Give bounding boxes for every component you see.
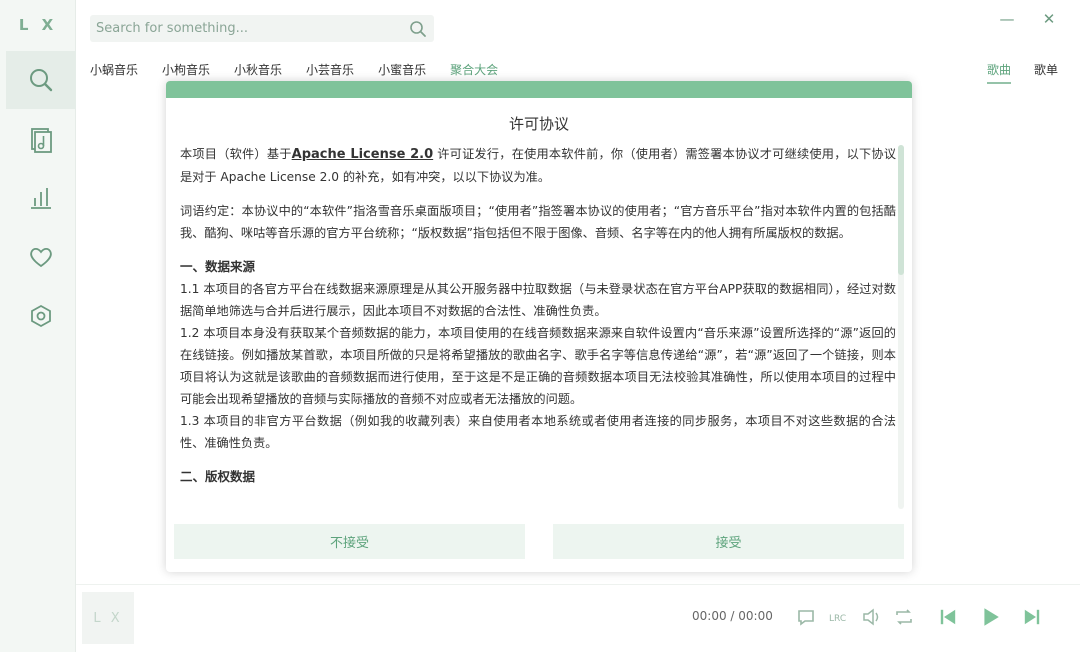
heart-icon <box>30 247 52 268</box>
terms-paragraph: 词语约定：本协议中的“本软件”指洛雪音乐桌面版项目；“使用者”指签署本协议的使用… <box>180 204 896 240</box>
source-tabs: 小蜗音乐 小枸音乐 小秋音乐 小芸音乐 小蜜音乐 聚合大会 <box>90 61 522 78</box>
sidebar-item-settings[interactable] <box>6 287 76 345</box>
clause-1-3: 1.3 本项目的非官方平台数据（例如我的收藏列表）来自使用者本地系统或者使用者连… <box>180 414 896 450</box>
source-tab-2[interactable]: 小枸音乐 <box>162 61 210 78</box>
license-dialog: 许可协议 本项目（软件）基于Apache License 2.0 许可证发行，在… <box>166 81 912 572</box>
search-input[interactable] <box>96 19 396 38</box>
svg-text:LRC: LRC <box>829 614 846 624</box>
player-bar: L X 00:00 / 00:00 LRC <box>76 584 1080 652</box>
clause-1-1: 1.1 本项目的各官方平台在线数据来源原理是从其公开服务器中拉取数据（与未登录状… <box>180 282 896 318</box>
sidebar: L X <box>0 0 76 652</box>
clause-1-2: 1.2 本项目本身没有获取某个音频数据的能力，本项目使用的在线音频数据来源来自软… <box>180 326 896 406</box>
scrollbar-thumb[interactable] <box>898 145 904 275</box>
section-title: 一、数据来源 <box>180 259 256 274</box>
loop-icon <box>896 609 912 625</box>
comment-icon <box>798 610 814 626</box>
loop-button[interactable] <box>892 605 916 629</box>
source-tab-5[interactable]: 小蜜音乐 <box>378 61 426 78</box>
scrollbar[interactable] <box>898 145 904 509</box>
play-icon <box>984 608 999 626</box>
close-button[interactable]: ✕ <box>1038 8 1060 30</box>
next-button[interactable] <box>1020 605 1044 629</box>
search-icon <box>30 69 53 92</box>
search-bar <box>90 15 434 42</box>
comment-button[interactable] <box>794 605 818 629</box>
search-icon[interactable] <box>408 19 428 39</box>
volume-button[interactable] <box>860 605 884 629</box>
next-icon <box>1024 609 1040 625</box>
minimize-button[interactable]: — <box>996 8 1018 30</box>
source-tab-3[interactable]: 小秋音乐 <box>234 61 282 78</box>
playback-time: 00:00 / 00:00 <box>692 609 773 623</box>
prev-icon <box>940 609 956 625</box>
prev-button[interactable] <box>936 605 960 629</box>
sidebar-item-leaderboard[interactable] <box>6 169 76 227</box>
sidebar-item-favorites[interactable] <box>6 228 76 286</box>
dialog-title: 许可协议 <box>508 115 569 133</box>
dialog-header-bar <box>166 81 912 98</box>
music-list-icon <box>31 128 52 153</box>
album-cover[interactable]: L X <box>82 592 134 644</box>
volume-icon <box>863 608 879 626</box>
sidebar-item-song-list[interactable] <box>6 110 76 168</box>
intro-paragraph: 本项目（软件）基于Apache License 2.0 许可证发行，在使用本软件… <box>180 147 896 184</box>
source-tab-1[interactable]: 小蜗音乐 <box>90 61 138 78</box>
accept-button[interactable]: 接受 <box>553 524 904 559</box>
tab-songs[interactable]: 歌曲 <box>987 61 1012 84</box>
app-logo: L X <box>18 16 58 34</box>
reject-button[interactable]: 不接受 <box>174 524 525 559</box>
lyric-button[interactable]: LRC <box>826 605 850 629</box>
settings-hexagon-icon <box>31 304 51 328</box>
play-button[interactable] <box>978 605 1002 629</box>
license-link[interactable]: Apache License 2.0 <box>292 147 434 162</box>
dialog-content[interactable]: 本项目（软件）基于Apache License 2.0 许可证发行，在使用本软件… <box>180 143 896 511</box>
bar-chart-icon <box>31 188 51 209</box>
tab-playlists[interactable]: 歌单 <box>1034 61 1058 78</box>
source-tab-4[interactable]: 小芸音乐 <box>306 61 354 78</box>
source-tab-6[interactable]: 聚合大会 <box>450 61 498 78</box>
section-title: 二、版权数据 <box>180 469 256 484</box>
lyric-icon: LRC <box>829 614 846 624</box>
sidebar-item-search[interactable] <box>6 51 76 109</box>
